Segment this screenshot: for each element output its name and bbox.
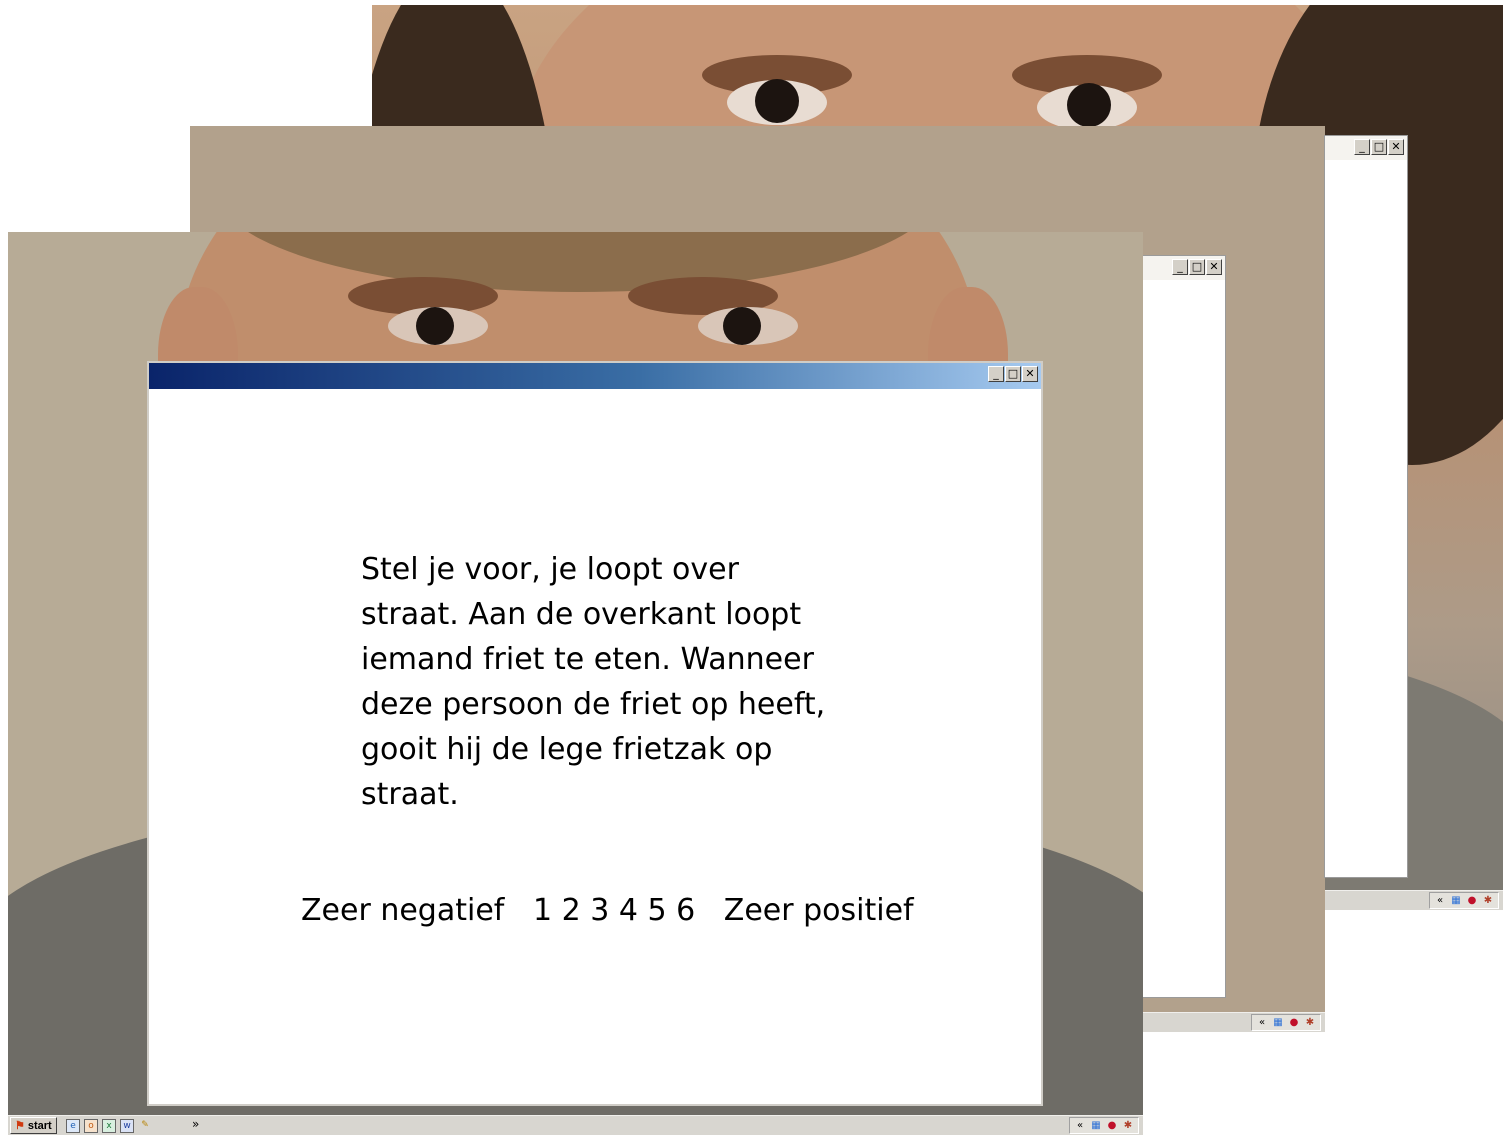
pupil-right bbox=[723, 307, 761, 345]
security-icon[interactable]: ✱ bbox=[1121, 1119, 1135, 1133]
maximize-button[interactable]: □ bbox=[1371, 139, 1387, 155]
window-titlebar: _ □ ✕ bbox=[1325, 136, 1407, 160]
maximize-button[interactable]: □ bbox=[1189, 259, 1205, 275]
system-tray: « ▦ ● ✱ bbox=[1251, 1014, 1321, 1031]
tray-expand-icon[interactable]: « bbox=[1433, 894, 1447, 908]
quick-launch: e o x w ✎ bbox=[66, 1118, 152, 1134]
scale-right-label: Zeer positief bbox=[723, 893, 914, 928]
close-button[interactable]: ✕ bbox=[1388, 139, 1404, 155]
window-front: _ □ ✕ Stel je voor, je loopt over straat… bbox=[147, 361, 1043, 1106]
scale-numbers[interactable]: 1 2 3 4 5 6 bbox=[533, 893, 695, 928]
pen-icon[interactable]: ✎ bbox=[138, 1119, 152, 1133]
close-button[interactable]: ✕ bbox=[1022, 366, 1038, 382]
network-icon[interactable]: ▦ bbox=[1449, 894, 1463, 908]
outlook-icon[interactable]: o bbox=[84, 1119, 98, 1133]
toolbar-overflow-icon[interactable]: » bbox=[192, 1117, 199, 1131]
start-label: start bbox=[27, 1119, 52, 1132]
window-back: _ □ ✕ bbox=[1324, 135, 1408, 878]
windows-flag-icon: ⚑ bbox=[15, 1120, 25, 1132]
maximize-button[interactable]: □ bbox=[1005, 366, 1021, 382]
rating-scale: Zeer negatief 1 2 3 4 5 6 Zeer positief bbox=[301, 893, 914, 928]
window-titlebar: _ □ ✕ bbox=[149, 363, 1041, 389]
tray-expand-icon[interactable]: « bbox=[1255, 1016, 1269, 1030]
close-button[interactable]: ✕ bbox=[1206, 259, 1222, 275]
system-tray: « ▦ ● ✱ bbox=[1069, 1117, 1139, 1134]
excel-icon[interactable]: x bbox=[102, 1119, 116, 1133]
taskbar-front: ⚑ start e o x w ✎ » « ▦ ● ✱ bbox=[8, 1115, 1143, 1135]
pupil-left bbox=[755, 79, 799, 123]
minimize-button[interactable]: _ bbox=[1354, 139, 1370, 155]
security-icon[interactable]: ✱ bbox=[1481, 894, 1495, 908]
scale-left-label: Zeer negatief bbox=[301, 893, 505, 928]
security-icon[interactable]: ✱ bbox=[1303, 1016, 1317, 1030]
scenario-text: Stel je voor, je loopt over straat. Aan … bbox=[361, 552, 826, 812]
antivirus-icon[interactable]: ● bbox=[1105, 1119, 1119, 1133]
ie-icon[interactable]: e bbox=[66, 1119, 80, 1133]
network-icon[interactable]: ▦ bbox=[1089, 1119, 1103, 1133]
tray-expand-icon[interactable]: « bbox=[1073, 1119, 1087, 1133]
antivirus-icon[interactable]: ● bbox=[1465, 894, 1479, 908]
window-titlebar: _ □ ✕ bbox=[1143, 256, 1225, 280]
minimize-button[interactable]: _ bbox=[988, 366, 1004, 382]
antivirus-icon[interactable]: ● bbox=[1287, 1016, 1301, 1030]
minimize-button[interactable]: _ bbox=[1172, 259, 1188, 275]
system-tray: « ▦ ● ✱ bbox=[1429, 892, 1499, 909]
word-icon[interactable]: w bbox=[120, 1119, 134, 1133]
window-middle: _ □ ✕ bbox=[1142, 255, 1226, 998]
pupil-left bbox=[416, 307, 454, 345]
network-icon[interactable]: ▦ bbox=[1271, 1016, 1285, 1030]
start-button[interactable]: ⚑ start bbox=[10, 1117, 57, 1134]
pupil-right bbox=[1067, 83, 1111, 127]
